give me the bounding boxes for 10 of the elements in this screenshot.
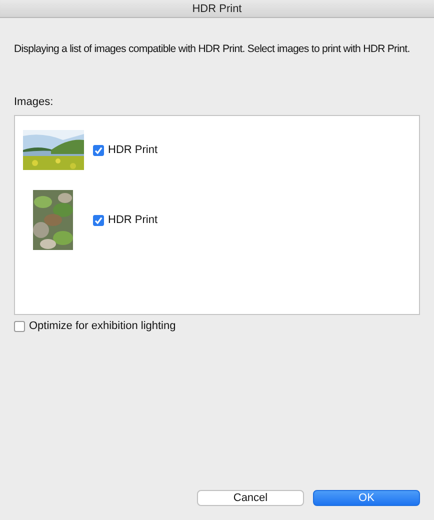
checkbox[interactable] — [93, 214, 104, 226]
checkbox-label: Optimize for exhibition lighting — [29, 320, 176, 332]
description-text: Displaying a list of images compatible with HDR Print. Select images to print with HDR Print. — [14, 43, 410, 56]
checkbox-label: HDR Print — [108, 214, 158, 226]
checkbox[interactable] — [93, 144, 104, 156]
checkbox-label: HDR Print — [108, 144, 158, 156]
images-label: Images: — [14, 96, 54, 108]
checkbox[interactable] — [14, 320, 25, 332]
window-title: HDR Print — [192, 2, 242, 14]
cancel-button[interactable]: Cancel — [197, 490, 304, 506]
